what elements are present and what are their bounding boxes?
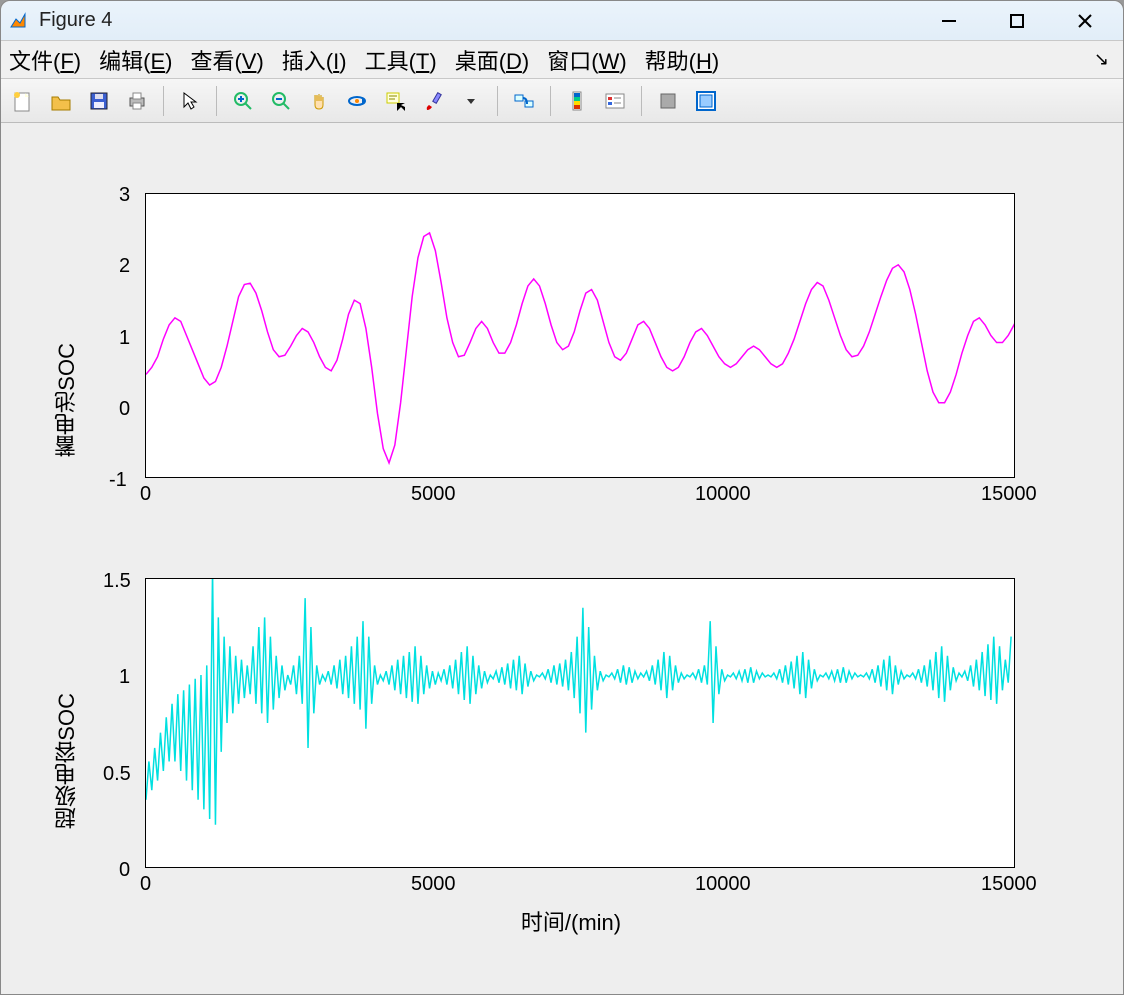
legend-button[interactable] [599, 85, 631, 117]
hide-plot-tools-button[interactable] [652, 85, 684, 117]
ytick: 0 [119, 859, 130, 882]
menubar: 文件(F) 编辑(E) 查看(V) 插入(I) 工具(T) 桌面(D) 窗口(W… [1, 41, 1123, 79]
data-cursor-button[interactable] [379, 85, 411, 117]
axes2-ylabel: 超级电容SOC [51, 693, 83, 829]
ytick: 0 [119, 398, 130, 421]
print-button[interactable] [121, 85, 153, 117]
close-button[interactable] [1065, 6, 1105, 36]
figure-window: Figure 4 文件(F) 编辑(E) 查看(V) 插入(I) 工具(T) 桌… [0, 0, 1124, 995]
pan-button[interactable] [303, 85, 335, 117]
xtick: 15000 [981, 873, 1037, 896]
axes2-xlabel: 时间/(min) [501, 905, 641, 937]
figure-area: 蓄电池SOC -1 0 1 2 3 0 5000 10000 15000 超级电… [1, 123, 1123, 994]
brush-button[interactable] [417, 85, 449, 117]
show-plot-tools-button[interactable] [690, 85, 722, 117]
ytick: 0.5 [103, 763, 131, 786]
matlab-icon [7, 10, 29, 32]
ytick: -1 [109, 469, 127, 492]
axes-battery-soc[interactable] [145, 193, 1015, 478]
menu-view[interactable]: 查看(V) [190, 44, 263, 76]
minimize-button[interactable] [929, 6, 969, 36]
axes1-ylabel: 蓄电池SOC [51, 343, 83, 457]
xtick: 10000 [695, 483, 751, 506]
rotate-3d-button[interactable] [341, 85, 373, 117]
menu-edit[interactable]: 编辑(E) [99, 44, 172, 76]
window-title: Figure 4 [39, 9, 929, 32]
ytick: 3 [119, 184, 130, 207]
menu-tools[interactable]: 工具(T) [365, 44, 437, 76]
xtick: 0 [140, 483, 151, 506]
menu-label: 插入(I) [282, 49, 347, 74]
menu-insert[interactable]: 插入(I) [282, 44, 347, 76]
toolbar [1, 79, 1123, 123]
menu-file[interactable]: 文件(F) [9, 44, 81, 76]
menu-label: 桌面(D) [455, 49, 530, 74]
menu-desktop[interactable]: 桌面(D) [455, 44, 530, 76]
zoom-out-button[interactable] [265, 85, 297, 117]
pointer-button[interactable] [174, 85, 206, 117]
xtick: 10000 [695, 873, 751, 896]
open-file-button[interactable] [45, 85, 77, 117]
menu-window[interactable]: 窗口(W) [547, 44, 626, 76]
brush-menu-button[interactable] [455, 85, 487, 117]
menu-label: 工具(T) [365, 49, 437, 74]
menu-label: 窗口(W) [547, 49, 626, 74]
xtick: 5000 [411, 483, 456, 506]
menu-label: 编辑(E) [99, 49, 172, 74]
menu-label: 查看(V) [190, 49, 263, 74]
colorbar-button[interactable] [561, 85, 593, 117]
menu-label: 帮助(H) [645, 49, 720, 74]
dock-arrow-icon[interactable]: ↘ [1094, 49, 1115, 70]
xtick: 5000 [411, 873, 456, 896]
menu-help[interactable]: 帮助(H) [645, 44, 720, 76]
menu-label: 文件(F) [9, 49, 81, 74]
link-plots-button[interactable] [508, 85, 540, 117]
ytick: 1 [119, 666, 130, 689]
ytick: 1 [119, 327, 130, 350]
new-figure-button[interactable] [7, 85, 39, 117]
ytick: 2 [119, 255, 130, 278]
axes-supercap-soc[interactable] [145, 578, 1015, 868]
save-button[interactable] [83, 85, 115, 117]
titlebar[interactable]: Figure 4 [1, 1, 1123, 41]
ytick: 1.5 [103, 570, 131, 593]
xtick: 0 [140, 873, 151, 896]
maximize-button[interactable] [997, 6, 1037, 36]
xtick: 15000 [981, 483, 1037, 506]
zoom-in-button[interactable] [227, 85, 259, 117]
